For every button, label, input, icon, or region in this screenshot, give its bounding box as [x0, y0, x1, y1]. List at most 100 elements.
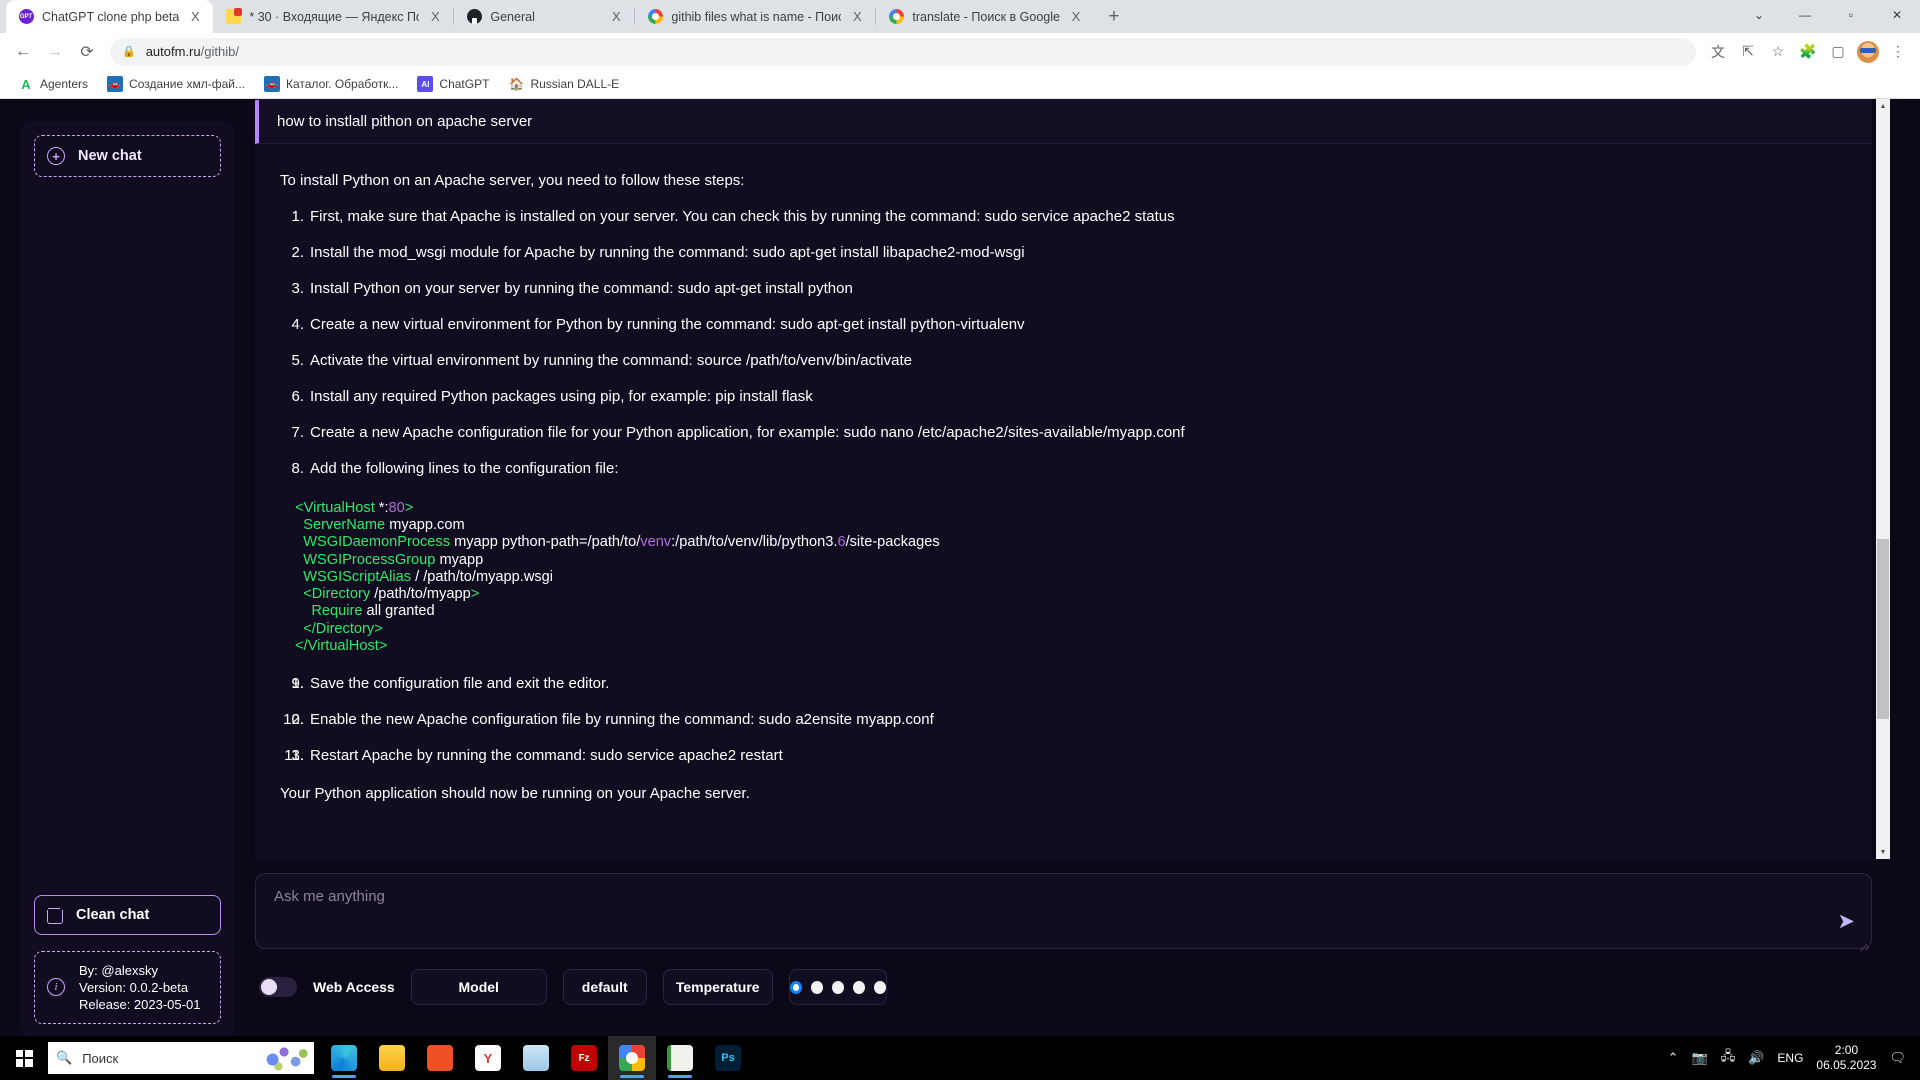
page-content: + New chat Clean chat i By: @alexsky Ver…	[0, 99, 1920, 1060]
volume-icon[interactable]: 🔊	[1748, 1050, 1764, 1066]
list-text: Restart Apache by running the command: s…	[310, 746, 783, 764]
windows-start-icon[interactable]	[0, 1036, 48, 1080]
temperature-option-5[interactable]	[873, 980, 886, 994]
bookmark-chatgpt[interactable]: AI ChatGPT	[409, 72, 497, 96]
google-icon	[647, 9, 663, 25]
model-select[interactable]: default	[562, 969, 647, 1005]
minimize-button[interactable]: —	[1782, 0, 1828, 30]
version-info-box: i By: @alexsky Version: 0.0.2-beta Relea…	[34, 950, 221, 1024]
temperature-option-3[interactable]	[832, 980, 844, 994]
tab-close-button[interactable]: X	[187, 9, 203, 25]
taskbar-app-microsoft-edge[interactable]	[320, 1036, 368, 1080]
taskbar-app-yandex-browser[interactable]: Y	[464, 1036, 512, 1080]
side-panel-icon[interactable]: ▢	[1824, 38, 1852, 66]
taskbar-app-sticky-notes[interactable]	[512, 1036, 560, 1080]
plus-circle-icon: +	[47, 147, 65, 165]
taskbar-search-input[interactable]: 🔍 Поиск	[48, 1042, 314, 1074]
taskbar-apps: Y Fz Ps	[320, 1036, 752, 1080]
taskbar-app-filezilla[interactable]: Fz	[560, 1036, 608, 1080]
taskbar-app-photoshop[interactable]: Ps	[704, 1036, 752, 1080]
code-token: VirtualHost	[303, 500, 375, 516]
reload-icon[interactable]: ⟳	[72, 37, 102, 67]
taskbar-app-file-explorer[interactable]	[368, 1036, 416, 1080]
code-token: / /path/to/myapp.wsgi	[411, 568, 554, 585]
new-tab-button[interactable]: +	[1100, 3, 1128, 31]
tray-chevron-icon[interactable]: ⌃	[1668, 1050, 1679, 1066]
steps-list-continued: 9. Save the configuration file and exit …	[277, 675, 1850, 765]
tab-close-button[interactable]: X	[1068, 9, 1084, 25]
share-icon[interactable]: ⇱	[1734, 38, 1762, 66]
close-window-button[interactable]: ✕	[1874, 0, 1920, 30]
bookmark-star-icon[interactable]: ☆	[1764, 38, 1792, 66]
code-token: WSGIProcessGroup	[303, 551, 436, 568]
language-indicator[interactable]: ENG	[1777, 1051, 1803, 1065]
temperature-option-2[interactable]	[811, 980, 824, 994]
temperature-selector[interactable]	[788, 969, 887, 1005]
taskbar-clock[interactable]: 2:00 06.05.2023	[1816, 1043, 1876, 1073]
code-token: /site-packages	[845, 534, 940, 551]
tab-close-button[interactable]: X	[849, 9, 865, 25]
window-controls: ⌄ — ▫ ✕	[1736, 0, 1920, 33]
code-token: *:	[374, 500, 389, 516]
chat-scrollbar[interactable]: ▲ ▼	[1876, 99, 1890, 859]
bookmark-catalog[interactable]: 🚗 Каталог. Обработк...	[256, 72, 406, 96]
temperature-option-1[interactable]	[789, 980, 803, 994]
bookmark-agenters[interactable]: A Agenters	[10, 72, 96, 96]
flower-decoration	[262, 1043, 310, 1073]
scroll-down-arrow[interactable]: ▼	[1876, 845, 1890, 859]
notifications-icon[interactable]: 🗨	[1889, 1050, 1906, 1066]
address-bar[interactable]: 🔒 autofm.ru/githib/	[110, 37, 1696, 66]
system-tray: ⌃ 📷 🖧 🔊 ENG 2:00 06.05.2023 🗨	[1668, 1043, 1920, 1073]
send-paper-plane-icon[interactable]: ➤	[1837, 909, 1855, 934]
maximize-button[interactable]: ▫	[1828, 0, 1874, 30]
extensions-puzzle-icon[interactable]: 🧩	[1794, 38, 1822, 66]
chat-history-list	[34, 177, 221, 895]
new-chat-button[interactable]: + New chat	[34, 135, 221, 177]
assistant-closing: Your Python application should now be ru…	[280, 784, 750, 802]
user-message: how to instlall pithon on apache server	[255, 100, 1872, 144]
camera-icon[interactable]: 📷	[1692, 1050, 1708, 1066]
chevron-down-icon[interactable]: ⌄	[1736, 0, 1782, 30]
chrome-menu-icon[interactable]: ⋮	[1884, 38, 1912, 66]
code-token: 6	[837, 534, 846, 551]
code-token: /path/to/myapp	[370, 586, 471, 603]
model-label-pill: Model	[410, 969, 547, 1005]
taskbar-app-notepad-plus[interactable]	[656, 1036, 704, 1080]
code-token: myapp python-path=/path/to/	[450, 534, 641, 551]
browser-tab-4[interactable]: translate - Поиск в Google X	[876, 0, 1094, 33]
tab-strip: GPT ChatGPT clone php beta X * 30 · Вход…	[0, 0, 1920, 33]
code-line: <VirtualHost *:80>	[287, 500, 1850, 517]
code-line: ServerName myapp.com	[287, 517, 1850, 534]
translate-icon[interactable]: 文	[1704, 38, 1732, 66]
assistant-intro: To install Python on an Apache server, y…	[280, 172, 745, 189]
bookmark-russian-dalle[interactable]: 🏠 Russian DALL-E	[500, 72, 627, 96]
back-icon[interactable]: ←	[8, 37, 38, 67]
tab-close-button[interactable]: X	[608, 9, 624, 25]
temperature-option-4[interactable]	[852, 980, 865, 994]
tab-close-button[interactable]: X	[427, 9, 443, 25]
forward-icon[interactable]: →	[40, 37, 70, 67]
scroll-up-arrow[interactable]: ▲	[1876, 99, 1890, 113]
bookmark-xml-creation[interactable]: 🚗 Создание хмл-фай...	[99, 72, 253, 96]
code-line: WSGIDaemonProcess myapp python-path=/pat…	[287, 534, 1850, 551]
clock-date: 06.05.2023	[1816, 1058, 1877, 1072]
list-item: Add the following lines to the configura…	[277, 460, 619, 478]
bookmark-label: Каталог. Обработк...	[286, 77, 399, 91]
address-bar-url: autofm.ru/githib/	[145, 44, 239, 59]
resize-grip[interactable]	[1858, 936, 1867, 945]
list-number: 10.	[283, 710, 304, 728]
browser-tab-3[interactable]: githib files what is name - Поиск X	[635, 0, 875, 33]
web-access-toggle[interactable]	[259, 977, 297, 997]
code-line: WSGIScriptAlias / /path/to/myapp.wsgi	[287, 569, 1850, 586]
profile-avatar[interactable]	[1854, 38, 1882, 66]
taskbar-app-brave-browser[interactable]	[416, 1036, 464, 1080]
tab-title: translate - Поиск в Google	[912, 9, 1060, 24]
taskbar-app-google-chrome[interactable]	[608, 1036, 656, 1080]
network-icon[interactable]: 🖧	[1721, 1047, 1736, 1069]
browser-tab-0[interactable]: GPT ChatGPT clone php beta X	[6, 0, 214, 33]
scrollbar-thumb[interactable]	[1877, 539, 1889, 719]
composer[interactable]: Ask me anything ➤	[255, 873, 1872, 949]
clean-chat-button[interactable]: Clean chat	[34, 894, 221, 935]
browser-tab-2[interactable]: General X	[454, 0, 634, 33]
browser-tab-1[interactable]: * 30 · Входящие — Яндекс Почт X	[213, 0, 453, 33]
